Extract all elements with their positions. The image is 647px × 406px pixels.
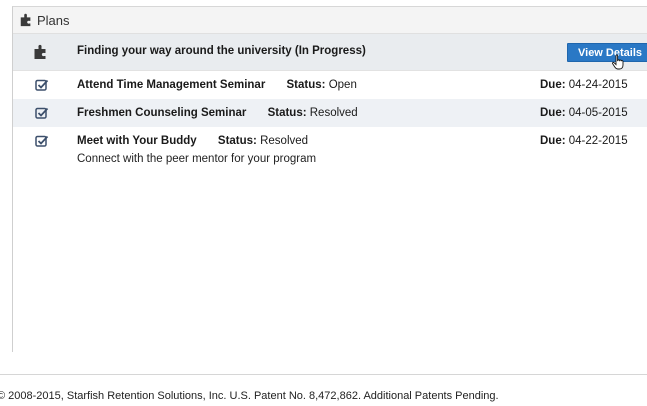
checkbox-checked-icon[interactable] <box>35 79 49 91</box>
panel-header: Plans <box>13 7 647 34</box>
due-label: Due: <box>540 135 566 147</box>
due-value: 04-24-2015 <box>568 79 628 91</box>
checkbox-checked-icon[interactable] <box>35 135 49 147</box>
due-value: 04-22-2015 <box>568 135 628 147</box>
task-name: Attend Time Management Seminar <box>77 79 266 91</box>
plans-panel: Plans Finding your way around the univer… <box>12 6 647 352</box>
due-value: 04-05-2015 <box>568 107 628 119</box>
task-description: Connect with the peer mentor for your pr… <box>77 153 317 165</box>
due-label: Due: <box>540 107 566 119</box>
status-label: Status: <box>267 107 307 119</box>
due-date: Due: 04-05-2015 <box>540 107 647 119</box>
task-row: Freshmen Counseling Seminar Status: Reso… <box>13 99 647 127</box>
panel-title: Plans <box>37 12 70 28</box>
status-value: Open <box>328 79 357 91</box>
task-row: Meet with Your Buddy Status: Resolved Co… <box>13 127 647 173</box>
copyright-text: © 2008-2015, Starfish Retention Solution… <box>0 390 499 402</box>
task-row: Attend Time Management Seminar Status: O… <box>13 71 647 99</box>
status-value: Resolved <box>309 107 358 119</box>
status-label: Status: <box>286 79 326 91</box>
due-date: Due: 04-22-2015 <box>540 135 647 147</box>
status-value: Resolved <box>260 135 309 147</box>
footer: © 2008-2015, Starfish Retention Solution… <box>0 374 647 406</box>
plan-row: Finding your way around the university (… <box>13 34 647 71</box>
checkbox-checked-icon[interactable] <box>35 107 49 119</box>
status-label: Status: <box>217 135 257 147</box>
task-main: Meet with Your Buddy Status: Resolved <box>77 135 308 147</box>
task-main: Attend Time Management Seminar Status: O… <box>77 79 357 91</box>
due-label: Due: <box>540 79 566 91</box>
task-main: Freshmen Counseling Seminar Status: Reso… <box>77 107 358 119</box>
page: Plans Finding your way around the univer… <box>0 0 647 406</box>
puzzle-icon <box>20 13 31 27</box>
plan-title: Finding your way around the university (… <box>77 45 366 57</box>
puzzle-icon <box>34 44 46 59</box>
view-details-button[interactable]: View Details <box>567 43 647 62</box>
task-name: Meet with Your Buddy <box>77 135 197 147</box>
due-date: Due: 04-24-2015 <box>540 79 647 91</box>
task-name: Freshmen Counseling Seminar <box>77 107 247 119</box>
